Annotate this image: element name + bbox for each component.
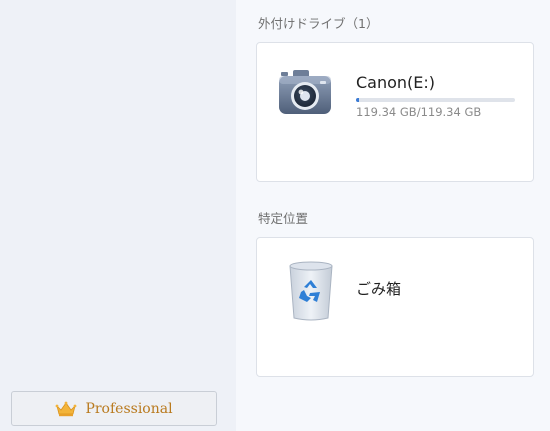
recycle-bin-card[interactable]: ごみ箱	[256, 237, 534, 377]
sidebar: Professional	[0, 0, 236, 431]
external-drives-heading: 外付けドライブ（1）	[258, 16, 379, 31]
special-locations-heading: 特定位置	[258, 211, 309, 226]
drive-size: 119.34 GB/119.34 GB	[356, 105, 482, 119]
camera-icon	[277, 67, 333, 121]
professional-button[interactable]: Professional	[11, 391, 217, 426]
main-panel: 外付けドライブ（1） Canon(E:) 119.34 GB/119.34 GB…	[236, 0, 550, 431]
drive-usage-fill	[356, 98, 360, 102]
drive-usage-bar	[356, 98, 515, 102]
recycle-bin-icon	[287, 260, 335, 326]
window: Professional 外付けドライブ（1） Canon(E:) 119.34…	[0, 0, 550, 431]
professional-label: Professional	[85, 400, 173, 417]
drive-card-canon[interactable]: Canon(E:) 119.34 GB/119.34 GB	[256, 42, 534, 182]
drive-name: Canon(E:)	[356, 73, 436, 92]
recycle-bin-name: ごみ箱	[356, 280, 402, 298]
crown-icon	[55, 401, 77, 417]
